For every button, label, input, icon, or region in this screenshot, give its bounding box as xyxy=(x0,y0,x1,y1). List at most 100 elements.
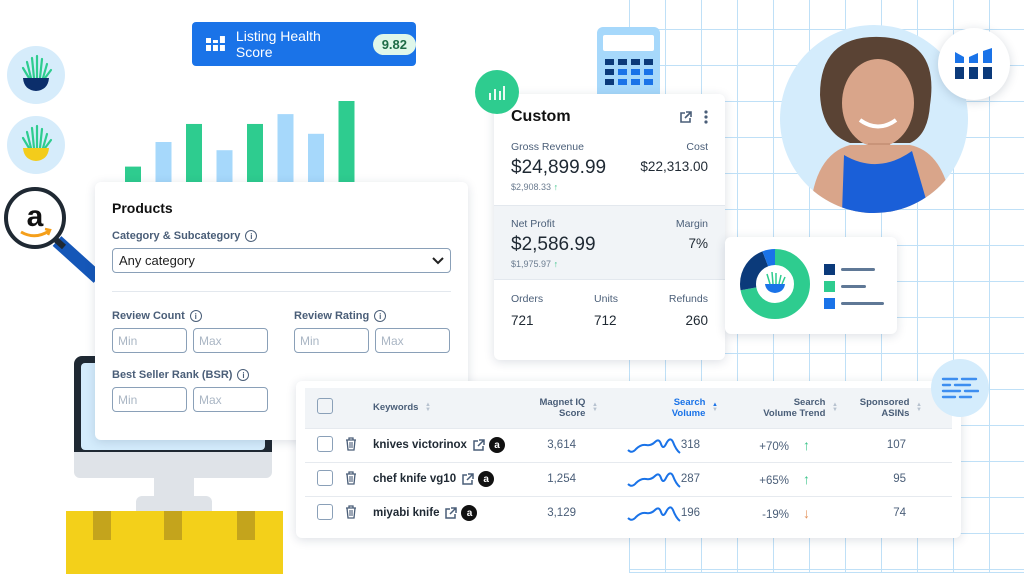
plant-icon xyxy=(765,271,786,293)
chart-bar xyxy=(308,133,324,183)
review-count-min-input[interactable]: Min xyxy=(112,328,187,353)
row-checkbox[interactable] xyxy=(317,435,333,452)
info-icon[interactable]: i xyxy=(245,230,258,242)
arrow-up-icon: ↑ xyxy=(553,259,559,269)
refunds-label: Refunds xyxy=(668,293,708,305)
listing-health-badge: Listing Health Score 9.82 xyxy=(192,22,416,66)
chart-bar xyxy=(277,114,294,183)
keywords-column-header[interactable]: Keywords ▲ ▼ xyxy=(373,388,513,428)
bsr-max-input[interactable]: Max xyxy=(193,387,268,412)
gross-revenue-label: Gross Revenue xyxy=(511,141,584,153)
search-volume-value: 196 xyxy=(680,507,700,520)
magnet-iq-header-line1: Magnet IQ xyxy=(539,396,586,408)
svt-header-line1: Search xyxy=(793,396,826,408)
chart-bar xyxy=(247,123,263,183)
bar-chart-logo-icon xyxy=(955,48,992,79)
donut-legend-card xyxy=(725,237,897,334)
sponsored-header-line1: Sponsored xyxy=(859,396,910,408)
search-volume-trend-column-header[interactable]: Search Volume Trend ▲ ▼ xyxy=(718,388,838,428)
external-link-icon[interactable] xyxy=(472,438,485,452)
svg-text:a: a xyxy=(27,200,44,233)
bsr-label: Best Seller Rank (BSR) i xyxy=(112,369,451,381)
sort-icon[interactable]: ▲ ▼ xyxy=(832,402,838,413)
magnet-iq-score: 1,254 xyxy=(513,461,598,496)
gross-revenue-value: $24,899.99 xyxy=(511,157,607,178)
custom-metrics-card: Custom Gross Revenue $24,899.99 $2,908.3… xyxy=(494,94,725,360)
chevron-down-icon xyxy=(432,256,444,264)
trash-icon[interactable] xyxy=(345,436,357,451)
review-rating-label: Review Rating i xyxy=(294,310,450,322)
divider xyxy=(112,291,451,292)
select-all-checkbox[interactable] xyxy=(317,398,333,415)
chart-bar xyxy=(338,101,355,183)
analytics-badge xyxy=(475,70,519,114)
monitor-neck xyxy=(154,478,194,496)
plant-yellow-circle xyxy=(7,116,65,174)
trend-arrow-up-icon: ↑ xyxy=(803,437,810,453)
table-row[interactable]: chef knife vg10 a 1,254 287 +65% ↑ 95 xyxy=(305,461,952,496)
category-select-value: Any category xyxy=(119,253,195,268)
review-rating-max-input[interactable]: Max xyxy=(375,328,450,353)
legend-swatch-green xyxy=(824,281,835,292)
legend-swatch-navy xyxy=(824,264,835,275)
review-rating-min-input[interactable]: Min xyxy=(294,328,369,353)
plant-navy-circle xyxy=(7,46,65,104)
table-row[interactable]: miyabi knife a 3,129 196 -19% ↓ 74 xyxy=(305,495,952,530)
keyword-text: chef knife vg10 xyxy=(373,473,457,486)
table-row[interactable]: knives victorinox a 3,614 318 +70% ↑ 107 xyxy=(305,427,952,462)
info-icon[interactable]: i xyxy=(237,369,250,381)
search-volume-value: 287 xyxy=(680,473,700,486)
info-icon[interactable]: i xyxy=(189,310,202,322)
plant-icon xyxy=(21,54,53,91)
bsr-min-input[interactable]: Min xyxy=(112,387,187,412)
box-tape xyxy=(237,511,255,540)
amazon-icon[interactable]: a xyxy=(478,471,495,487)
search-volume-sparkline xyxy=(627,506,681,523)
row-checkbox[interactable] xyxy=(317,469,333,486)
magnet-iq-column-header[interactable]: Magnet IQ Score ▲ ▼ xyxy=(513,388,598,428)
sort-ascending-icon[interactable]: ▲ ▼ xyxy=(712,402,718,413)
sort-icon[interactable]: ▲ ▼ xyxy=(916,402,922,413)
sponsored-asins-value: 95 xyxy=(838,461,952,496)
review-count-label-text: Review Count xyxy=(112,310,185,322)
sponsored-header-line2: ASINs xyxy=(881,407,910,419)
trash-icon[interactable] xyxy=(345,470,357,485)
more-options-icon[interactable] xyxy=(704,110,708,124)
keywords-header-text: Keywords xyxy=(373,402,419,414)
external-link-icon[interactable] xyxy=(461,472,474,486)
amazon-icon[interactable]: a xyxy=(461,505,478,522)
sort-icon[interactable]: ▲ ▼ xyxy=(592,402,598,413)
chart-bar xyxy=(125,166,141,183)
products-title: Products xyxy=(112,200,173,216)
bar-chart-logo-icon xyxy=(206,36,225,51)
bsr-label-text: Best Seller Rank (BSR) xyxy=(112,369,233,381)
refunds-value: 260 xyxy=(685,313,708,328)
review-count-max-input[interactable]: Max xyxy=(193,328,268,353)
legend-line xyxy=(841,268,875,271)
margin-value: 7% xyxy=(688,236,708,251)
sponsored-asins-value: 107 xyxy=(838,427,952,462)
sort-icon[interactable]: ▲ ▼ xyxy=(425,402,431,413)
search-volume-header-line2: Volume xyxy=(671,407,706,419)
trash-icon[interactable] xyxy=(345,505,357,519)
cost-label: Cost xyxy=(686,141,708,153)
bar-chart-icon xyxy=(489,86,505,100)
category-select[interactable]: Any category xyxy=(112,248,451,273)
gross-revenue-prev: $2,908.33 ↑ xyxy=(511,182,606,192)
search-volume-sparkline xyxy=(627,472,681,488)
listing-health-label: Listing Health Score xyxy=(235,28,321,60)
list-view-badge xyxy=(931,359,989,417)
review-rating-label-text: Review Rating xyxy=(294,310,370,322)
keyword-text: knives victorinox xyxy=(373,439,467,452)
amazon-icon[interactable]: a xyxy=(488,437,505,453)
row-checkbox[interactable] xyxy=(317,503,333,520)
external-link-icon[interactable] xyxy=(679,110,692,124)
external-link-icon[interactable] xyxy=(444,507,458,520)
arrow-up-icon: ↑ xyxy=(553,182,559,192)
search-volume-value: 318 xyxy=(680,439,700,452)
monitor-chin xyxy=(74,452,272,478)
search-volume-column-header[interactable]: Search Volume ▲ ▼ xyxy=(598,388,718,428)
net-profit-prev-value: $1,975.97 xyxy=(511,259,552,269)
magnet-iq-header-line2: Score xyxy=(559,407,586,419)
info-icon[interactable]: i xyxy=(374,310,387,322)
